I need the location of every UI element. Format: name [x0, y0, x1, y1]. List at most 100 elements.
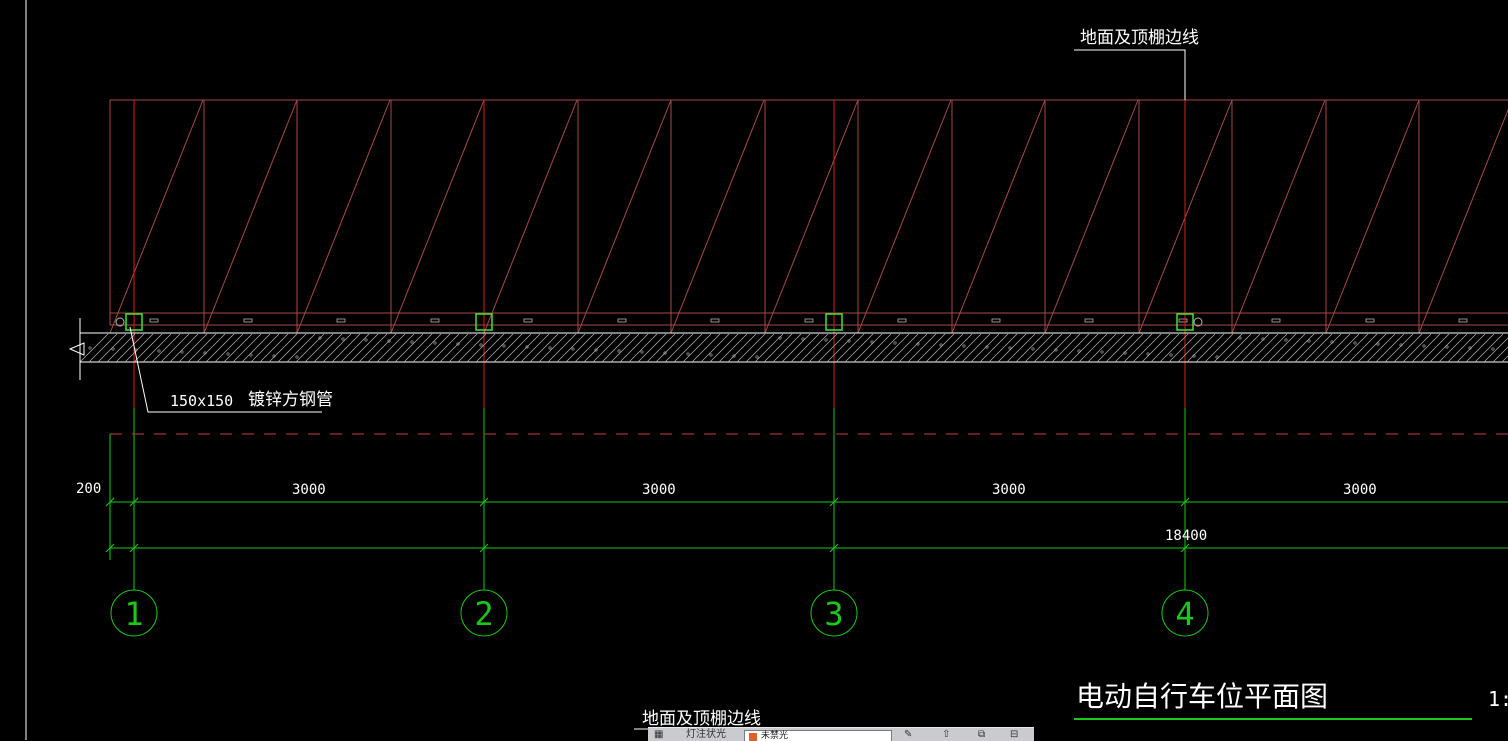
layer-manager-icon[interactable]: ▦ [654, 729, 663, 740]
hatch-aggregate [479, 343, 483, 347]
hatch-line [997, 333, 1027, 363]
layer-copy-icon[interactable]: ⧉ [978, 729, 985, 740]
hatch-line [1186, 333, 1216, 363]
hatch-line [1321, 333, 1351, 363]
hatch-line [1204, 333, 1234, 363]
hatch-line [277, 333, 307, 363]
layer-state-label: 灯注状光 [686, 729, 726, 740]
hatch-aggregate [939, 343, 943, 347]
grid-axis-bubbles: 1 2 3 4 [110, 589, 1209, 637]
hatch-aggregate [1008, 346, 1012, 350]
hatch-aggregate [1307, 339, 1311, 343]
hatch-line [790, 333, 820, 363]
frame-slot [991, 318, 1001, 323]
hatch-aggregate [1445, 345, 1449, 349]
hatch-line [745, 333, 775, 363]
frame-diagonal [1044, 99, 1139, 334]
hatch-line [727, 333, 757, 363]
hatch-aggregate [640, 350, 644, 354]
cad-drawing-canvas[interactable]: 150x150 镀锌方钢管 地面及顶棚边线 200 3000 3000 3000… [0, 0, 1508, 740]
hatch-aggregate [962, 344, 966, 348]
hatch-line [574, 333, 604, 363]
match-layer-icon[interactable]: ✎ [904, 729, 912, 740]
hatch-line [520, 333, 550, 363]
hatch-line [1114, 333, 1144, 363]
frame-diagonal [951, 99, 1046, 334]
hatch-line [457, 333, 487, 363]
hatch-line [592, 333, 622, 363]
hatch-aggregate [1100, 350, 1104, 354]
hatch-line [1276, 333, 1306, 363]
hatch-aggregate [709, 353, 713, 357]
frame-diagonal [670, 99, 765, 334]
pipe-material-label: 镀锌方钢管 [248, 390, 333, 410]
hatch-line [169, 333, 199, 363]
hatch-aggregate [617, 349, 621, 353]
hatch-line [718, 333, 748, 363]
hatch-aggregate [226, 352, 230, 356]
hatch-line [925, 333, 955, 363]
frame-diagonal [483, 99, 578, 334]
hatch-line [565, 333, 595, 363]
hatch-aggregate [364, 338, 368, 342]
hatch-line [736, 333, 766, 363]
hatch-line [205, 333, 235, 363]
hatch-aggregate [1353, 341, 1357, 345]
hatch-aggregate [1077, 349, 1081, 353]
hatch-line [1159, 333, 1189, 363]
hatch-line [1411, 333, 1441, 363]
hatch-line [1078, 333, 1108, 363]
hatch-line [1105, 333, 1135, 363]
layer-lock-icon[interactable]: ⊟ [1010, 729, 1018, 740]
frame-slot [1084, 318, 1094, 323]
hatch-line [349, 333, 379, 363]
layer-toolbar[interactable]: ▦ 灯注状光 未禁光 ✎ ⇧ ⧉ ⊟ [648, 727, 1034, 741]
hatch-line [1402, 333, 1432, 363]
hatch-line [403, 333, 433, 363]
hatch-line [1096, 333, 1126, 363]
hatch-line [133, 333, 163, 363]
dim-overall: 18400 [1165, 528, 1207, 544]
hatch-line [538, 333, 568, 363]
hatch-line [979, 333, 1009, 363]
hatch-line [1150, 333, 1180, 363]
hatch-line [1303, 333, 1333, 363]
hatch-line [673, 333, 703, 363]
hatch-line [637, 333, 667, 363]
hatch-line [295, 333, 325, 363]
hatch-line [358, 333, 388, 363]
frame-slot [336, 318, 346, 323]
hatch-line [781, 333, 811, 363]
top-edge-callout: 地面及顶棚边线 [1074, 28, 1199, 100]
hatch-aggregate [1146, 352, 1150, 356]
frame-slot [430, 318, 440, 323]
hatch-aggregate [1376, 342, 1380, 346]
hatch-aggregate [502, 344, 506, 348]
hatch-line [1141, 333, 1171, 363]
hatch-line [475, 333, 505, 363]
hatch-aggregate [571, 347, 575, 351]
frame-slot [1458, 318, 1468, 323]
bottom-edge-callout: 地面及顶棚边线 [634, 709, 761, 730]
svg-text:4: 4 [1175, 595, 1194, 633]
ground-strip [68, 318, 1508, 380]
frame-slot [149, 318, 159, 323]
hatch-line [223, 333, 253, 363]
hatch-line [448, 333, 478, 363]
hatch-line [340, 333, 370, 363]
previous-layer-icon[interactable]: ⇧ [942, 729, 950, 740]
hatch-line [151, 333, 181, 363]
hatch-line [880, 333, 910, 363]
hatch-line [1015, 333, 1045, 363]
dim-bay-3: 3000 [992, 482, 1026, 498]
hatch-line [241, 333, 271, 363]
hatch-line [862, 333, 892, 363]
frame-slot [710, 318, 720, 323]
current-layer-dropdown[interactable]: 未禁光 [744, 730, 892, 741]
hatch-line [1042, 333, 1072, 363]
hatch-aggregate [870, 340, 874, 344]
hatch-line [547, 333, 577, 363]
pipe-size-label: 150x150 [170, 392, 233, 410]
hatch-line [988, 333, 1018, 363]
hatch-line [1195, 333, 1225, 363]
